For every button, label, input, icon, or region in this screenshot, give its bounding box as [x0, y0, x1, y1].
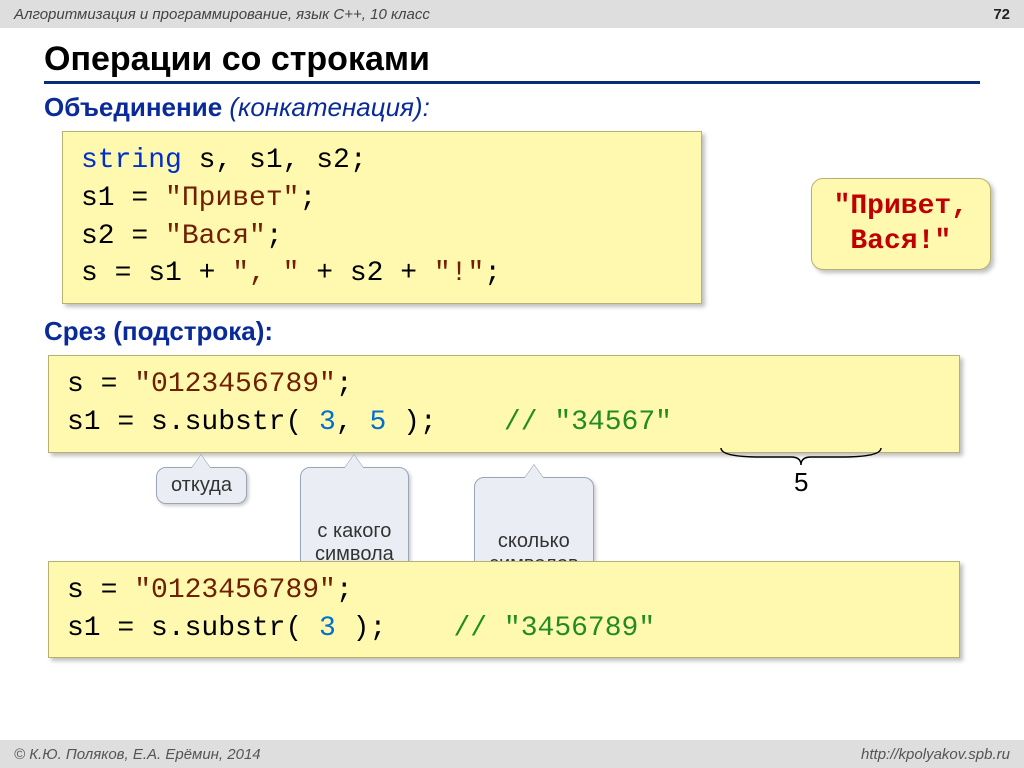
footer-bar: © К.Ю. Поляков, Е.А. Ерёмин, 2014 http:/… [0, 740, 1024, 768]
copyright: © К.Ю. Поляков, Е.А. Ерёмин, 2014 [14, 746, 261, 763]
slide-title: Операции со строками [44, 40, 980, 84]
result-bubble: "Привет,Вася!" [811, 178, 991, 270]
sec1-label: Объединение [44, 92, 222, 122]
site-url: http://kpolyakov.spb.ru [861, 746, 1010, 763]
code-block-1: string s, s1, s2; s1 = "Привет"; s2 = "В… [62, 131, 702, 304]
sec1-paren: (конкатенация): [229, 92, 429, 122]
slide-content: Операции со строками Объединение (конкат… [0, 28, 1024, 658]
header-bar: Алгоритмизация и программирование, язык … [0, 0, 1024, 28]
callout-from: откуда [156, 467, 247, 504]
callouts-row: 5 откуда с какого символа сколько символ… [44, 457, 980, 557]
brace-label: 5 [794, 467, 808, 498]
callout-which-char: с какого символа [300, 467, 409, 573]
sec2-label: Срез (подстрока): [44, 316, 273, 346]
course-title: Алгоритмизация и программирование, язык … [14, 6, 430, 23]
section1-heading: Объединение (конкатенация): [44, 92, 980, 123]
code-block-2: s = "0123456789"; s1 = s.substr( 3, 5 );… [48, 355, 960, 453]
code-block-3: s = "0123456789"; s1 = s.substr( 3 ); //… [48, 561, 960, 659]
kw-string: string [81, 145, 182, 176]
page-number: 72 [993, 6, 1010, 23]
section2-heading: Срез (подстрока): [44, 316, 980, 347]
